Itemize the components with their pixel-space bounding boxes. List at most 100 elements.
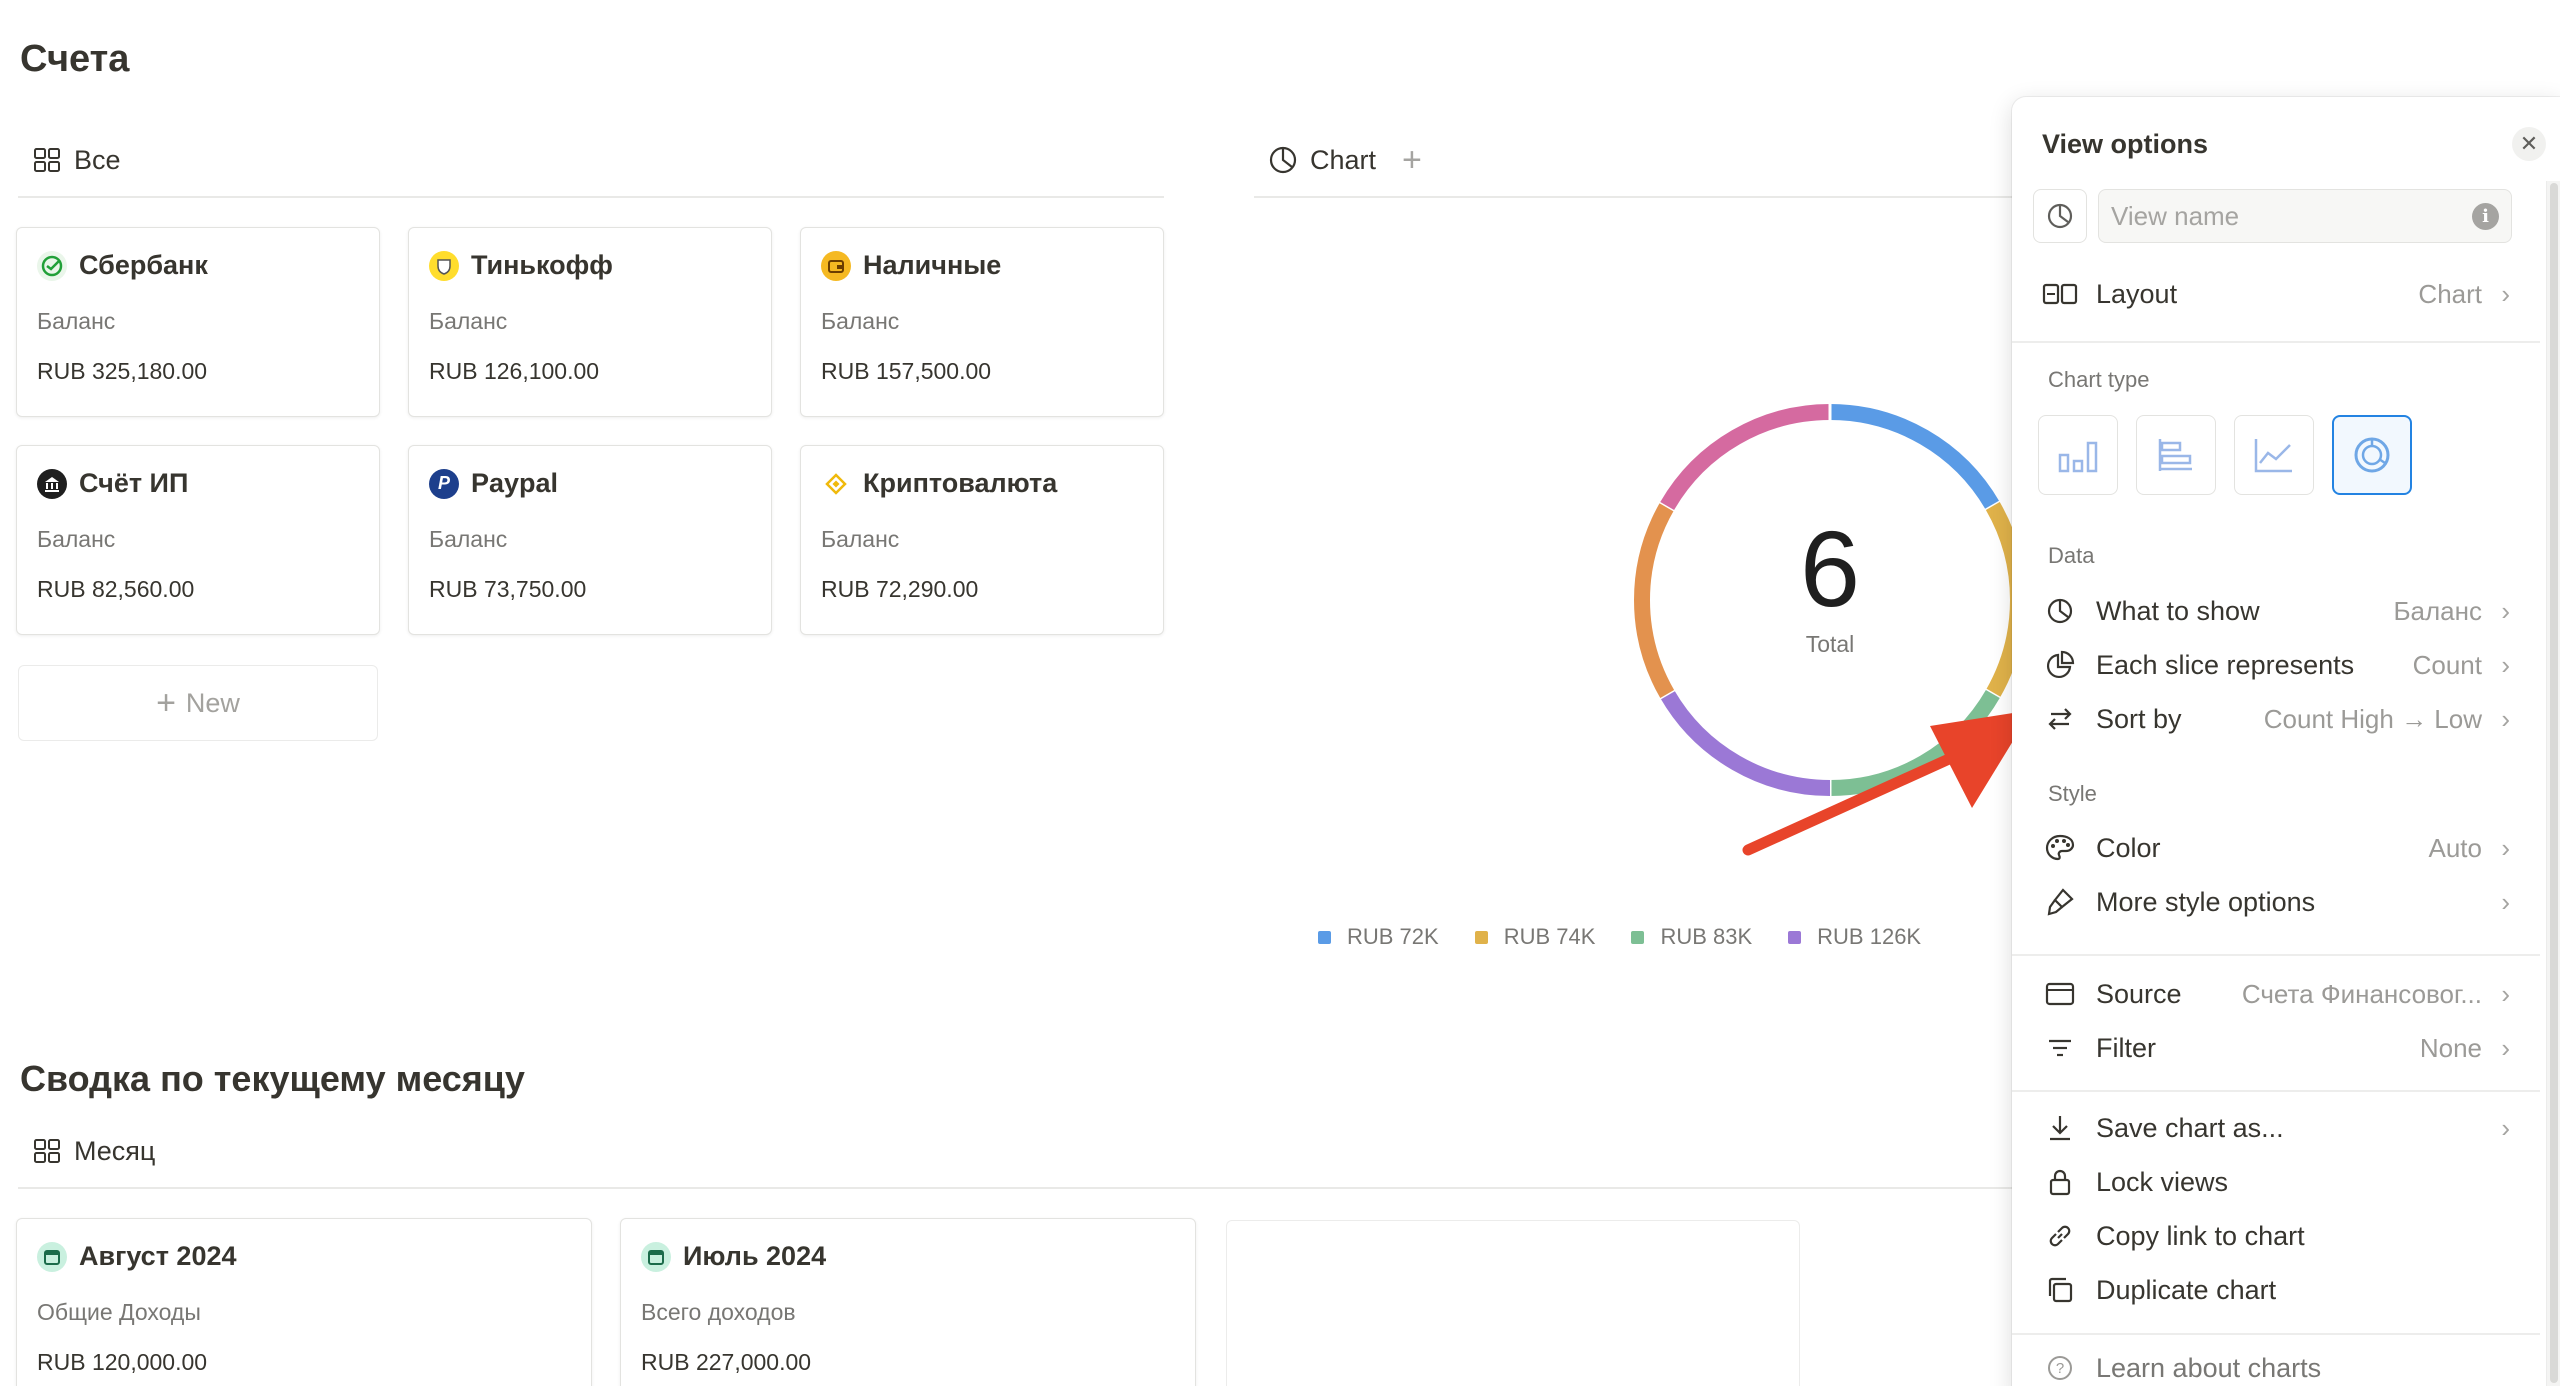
what-to-show-value: Баланс bbox=[2393, 595, 2482, 626]
month-value: RUB 120,000.00 bbox=[37, 1349, 208, 1375]
month-name: Июль 2024 bbox=[683, 1241, 827, 1271]
divider bbox=[2012, 341, 2540, 343]
divider bbox=[2012, 1333, 2540, 1335]
sort-by-value: Count High → Low bbox=[2263, 703, 2482, 734]
month-value: RUB 227,000.00 bbox=[641, 1349, 812, 1375]
month-label: Всего доходов bbox=[641, 1299, 796, 1325]
donut-chart-option[interactable] bbox=[2332, 415, 2412, 495]
legend-item[interactable]: RUB 74K bbox=[1474, 924, 1595, 950]
donut-slice-1[interactable] bbox=[1829, 404, 2000, 511]
chevron-right-icon: › bbox=[2501, 978, 2510, 1009]
learn-row[interactable]: ? Learn about charts bbox=[2012, 1343, 2532, 1386]
legend-item[interactable]: RUB 126K bbox=[1788, 924, 1921, 950]
pie-slice-icon bbox=[2042, 647, 2078, 683]
close-icon[interactable]: ✕ bbox=[2512, 127, 2546, 161]
style-group-label: Style bbox=[2048, 781, 2097, 806]
link-icon bbox=[2042, 1218, 2078, 1254]
empty-card[interactable] bbox=[1226, 1220, 1800, 1386]
scroll-thumb[interactable] bbox=[2550, 183, 2558, 1383]
account-name: Paypal bbox=[471, 468, 559, 498]
more-style-label: More style options bbox=[2096, 886, 2316, 917]
lock-views-label: Lock views bbox=[2096, 1166, 2229, 1197]
download-icon bbox=[2042, 1110, 2078, 1146]
calendar-icon bbox=[641, 1241, 671, 1272]
copy-link-row[interactable]: Copy link to chart bbox=[2012, 1211, 2532, 1261]
what-to-show-row[interactable]: What to show Баланс › bbox=[2012, 586, 2532, 636]
panel-scrollbar[interactable] bbox=[2546, 181, 2560, 1386]
tinkoff-icon bbox=[429, 250, 459, 281]
legend-item[interactable]: RUB 83K bbox=[1631, 924, 1752, 950]
new-button[interactable]: + New bbox=[18, 665, 378, 741]
chart-tab-divider bbox=[1254, 196, 2014, 198]
account-value: RUB 126,100.00 bbox=[429, 358, 600, 384]
account-card[interactable]: Криптовалюта Баланс RUB 72,290.00 bbox=[800, 445, 1164, 635]
tab-chart[interactable]: Chart + bbox=[1268, 140, 1422, 180]
filter-icon bbox=[2042, 1030, 2078, 1066]
donut-slice-6[interactable] bbox=[1660, 404, 1831, 511]
panel-title: View options bbox=[2042, 129, 2209, 159]
account-label: Баланс bbox=[821, 526, 900, 552]
binance-icon bbox=[821, 469, 851, 499]
filter-row[interactable]: Filter None › bbox=[2012, 1023, 2532, 1073]
source-row[interactable]: Source Счета Финансовог... › bbox=[2012, 969, 2532, 1019]
copy-link-label: Copy link to chart bbox=[2096, 1220, 2305, 1251]
info-icon[interactable]: i bbox=[2472, 203, 2499, 230]
legend-item[interactable]: RUB 72K bbox=[1318, 924, 1439, 950]
view-options-panel: View options ✕ View name i Layout Chart … bbox=[2012, 97, 2560, 1386]
horizontal-bar-chart-option[interactable] bbox=[2136, 415, 2216, 495]
tab-divider bbox=[18, 1187, 2018, 1189]
account-label: Баланс bbox=[37, 526, 116, 552]
help-icon: ? bbox=[2042, 1350, 2078, 1386]
vertical-bar-chart-option[interactable] bbox=[2038, 415, 2118, 495]
svg-text:?: ? bbox=[2056, 1360, 2064, 1377]
chevron-right-icon: › bbox=[2501, 278, 2510, 309]
bank-icon bbox=[37, 468, 67, 499]
color-row[interactable]: Color Auto › bbox=[2012, 823, 2532, 873]
tab-month-label: Месяц bbox=[74, 1135, 156, 1166]
account-card[interactable]: Счёт ИП Баланс RUB 82,560.00 bbox=[16, 445, 380, 635]
account-value: RUB 73,750.00 bbox=[429, 576, 587, 602]
duplicate-label: Duplicate chart bbox=[2096, 1274, 2277, 1305]
what-to-show-label: What to show bbox=[2096, 595, 2260, 626]
gallery-icon bbox=[34, 148, 60, 172]
account-card[interactable]: Сбербанк Баланс RUB 325,180.00 bbox=[16, 227, 380, 417]
save-chart-row[interactable]: Save chart as... › bbox=[2012, 1103, 2532, 1153]
each-slice-label: Each slice represents bbox=[2096, 649, 2355, 680]
pie-chart-icon bbox=[2042, 593, 2078, 629]
layout-value: Chart bbox=[2418, 278, 2482, 309]
each-slice-row[interactable]: Each slice represents Count › bbox=[2012, 640, 2532, 690]
month-card[interactable]: Июль 2024 Всего доходов RUB 227,000.00 bbox=[620, 1218, 1196, 1386]
page-title: Счета bbox=[20, 38, 130, 80]
month-card[interactable]: Август 2024 Общие Доходы RUB 120,000.00 bbox=[16, 1218, 592, 1386]
lock-views-row[interactable]: Lock views bbox=[2012, 1157, 2532, 1207]
account-card[interactable]: P Paypal Баланс RUB 73,750.00 bbox=[408, 445, 772, 635]
more-style-row[interactable]: More style options › bbox=[2012, 877, 2532, 927]
chevron-right-icon: › bbox=[2501, 1112, 2510, 1143]
pie-chart-icon bbox=[2047, 203, 2073, 229]
tab-chart-label: Chart bbox=[1310, 144, 1377, 175]
chart-total-value: 6 bbox=[1800, 508, 1860, 629]
tab-month[interactable]: Месяц bbox=[32, 1131, 155, 1171]
annotation-arrow bbox=[1742, 710, 2032, 856]
add-view-icon[interactable]: + bbox=[1402, 141, 1422, 180]
sort-by-row[interactable]: Sort by Count High → Low › bbox=[2012, 694, 2532, 744]
view-icon-picker[interactable] bbox=[2033, 189, 2087, 243]
wallet-icon bbox=[821, 250, 851, 281]
sort-arrows-icon bbox=[2042, 701, 2078, 737]
donut-slice-5[interactable] bbox=[1634, 502, 1675, 698]
tab-all[interactable]: Все bbox=[32, 140, 121, 180]
account-label: Баланс bbox=[429, 526, 508, 552]
layout-icon bbox=[2042, 276, 2078, 312]
legend-label: RUB 126K bbox=[1817, 924, 1922, 949]
account-card[interactable]: Тинькофф Баланс RUB 126,100.00 bbox=[408, 227, 772, 417]
layout-row[interactable]: Layout Chart › bbox=[2012, 269, 2532, 319]
account-card[interactable]: Наличные Баланс RUB 157,500.00 bbox=[800, 227, 1164, 417]
gallery-icon bbox=[34, 1139, 60, 1163]
legend-swatch bbox=[1318, 930, 1331, 944]
view-name-input[interactable]: View name i bbox=[2098, 189, 2512, 243]
account-name: Сбербанк bbox=[79, 250, 208, 280]
duplicate-row[interactable]: Duplicate chart bbox=[2012, 1265, 2532, 1315]
line-chart-option[interactable] bbox=[2234, 415, 2314, 495]
account-name: Счёт ИП bbox=[79, 468, 189, 498]
chevron-right-icon: › bbox=[2501, 1032, 2510, 1063]
